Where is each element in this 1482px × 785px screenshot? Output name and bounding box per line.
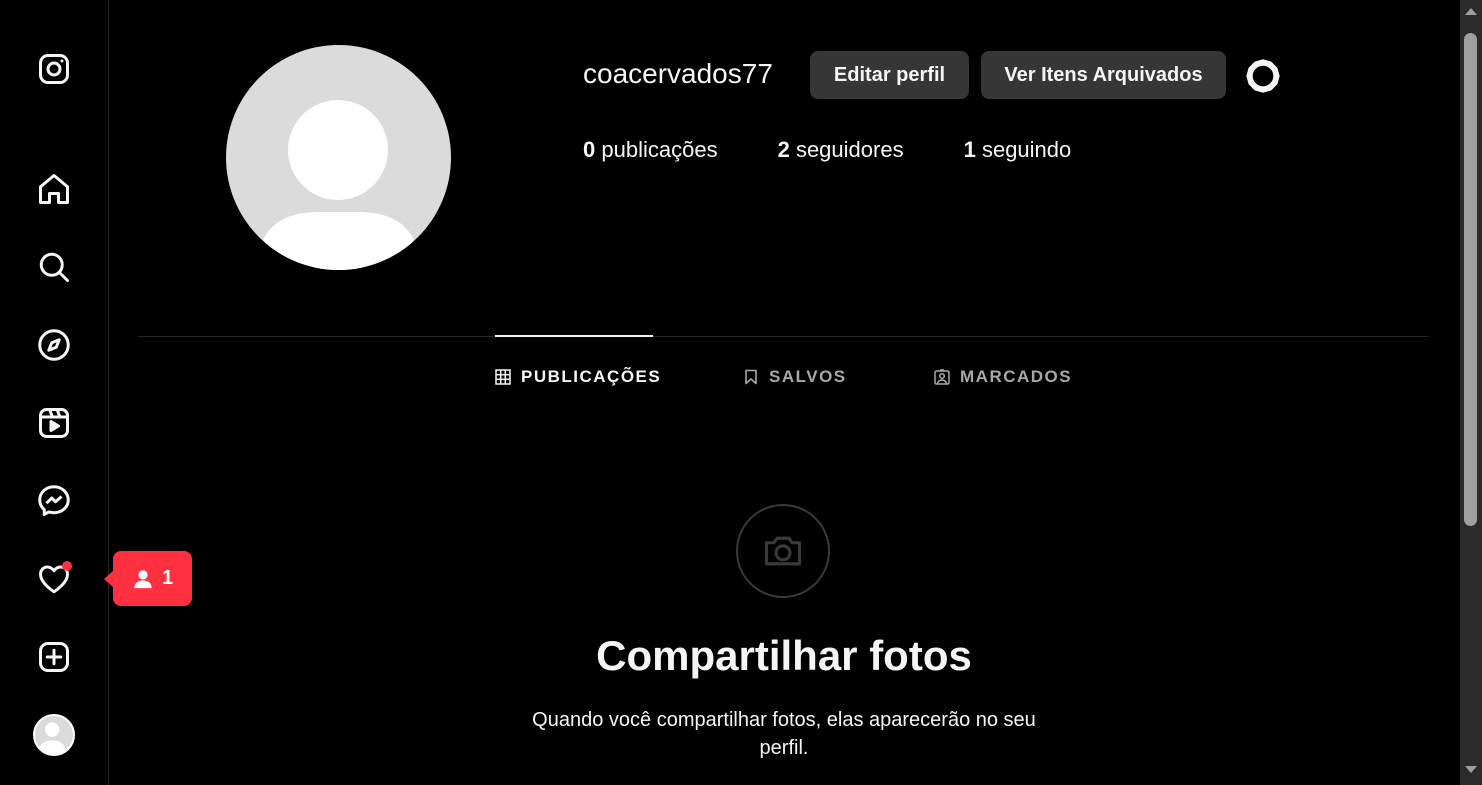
tab-saved[interactable]: SALVOS	[743, 364, 847, 390]
followers-label: seguidores	[795, 137, 904, 162]
explore-compass-icon[interactable]	[34, 325, 74, 365]
tab-publications[interactable]: PUBLICAÇÕES	[495, 364, 661, 390]
posts-stat[interactable]: 0 publicações	[583, 137, 718, 163]
profile-stats: 0 publicações 2 seguidores 1 seguindo	[583, 137, 1131, 163]
messenger-icon[interactable]	[34, 481, 74, 521]
notification-dot	[62, 561, 72, 571]
empty-state-title: Compartilhar fotos	[596, 632, 972, 679]
tab-tagged[interactable]: MARCADOS	[934, 364, 1072, 390]
settings-gear-icon[interactable]	[1244, 57, 1282, 95]
scroll-thumb[interactable]	[1464, 33, 1477, 526]
profile-main: coacervados77 Editar perfil Ver Itens Ar…	[109, 0, 1460, 785]
posts-label: publicações	[601, 137, 718, 162]
following-count: 1	[963, 137, 976, 162]
posts-count: 0	[583, 137, 596, 162]
tab-saved-label: SALVOS	[769, 367, 847, 386]
search-icon[interactable]	[34, 247, 74, 287]
edit-profile-button[interactable]: Editar perfil	[810, 51, 969, 99]
following-label: seguindo	[981, 137, 1072, 162]
following-stat[interactable]: 1 seguindo	[964, 137, 1072, 163]
page-scrollbar[interactable]	[1460, 0, 1482, 785]
bookmark-icon	[745, 369, 757, 385]
followers-stat[interactable]: 2 seguidores	[778, 137, 904, 163]
sidebar	[0, 0, 109, 785]
instagram-logo-icon[interactable]	[34, 49, 74, 89]
profile-picture[interactable]	[226, 45, 451, 270]
empty-state-text: Quando você compartilhar fotos, elas apa…	[532, 709, 1036, 759]
followers-count: 2	[777, 137, 790, 162]
reels-icon[interactable]	[34, 403, 74, 443]
tabs-divider	[138, 336, 1429, 337]
grid-icon	[495, 369, 511, 385]
tab-tagged-label: MARCADOS	[960, 367, 1073, 386]
tab-publications-label: PUBLICAÇÕES	[521, 367, 662, 386]
create-plus-icon[interactable]	[34, 637, 74, 677]
camera-icon[interactable]	[736, 504, 830, 598]
active-tab-indicator	[495, 335, 653, 337]
scroll-up-arrow-icon[interactable]	[1465, 8, 1477, 15]
view-archive-button[interactable]: Ver Itens Arquivados	[981, 51, 1226, 99]
profile-avatar[interactable]	[33, 714, 75, 756]
heart-notifications-icon[interactable]	[34, 559, 74, 599]
scroll-down-arrow-icon[interactable]	[1465, 766, 1477, 773]
username: coacervados77	[583, 58, 773, 89]
home-icon[interactable]	[34, 169, 74, 209]
tagged-user-icon	[934, 369, 950, 385]
